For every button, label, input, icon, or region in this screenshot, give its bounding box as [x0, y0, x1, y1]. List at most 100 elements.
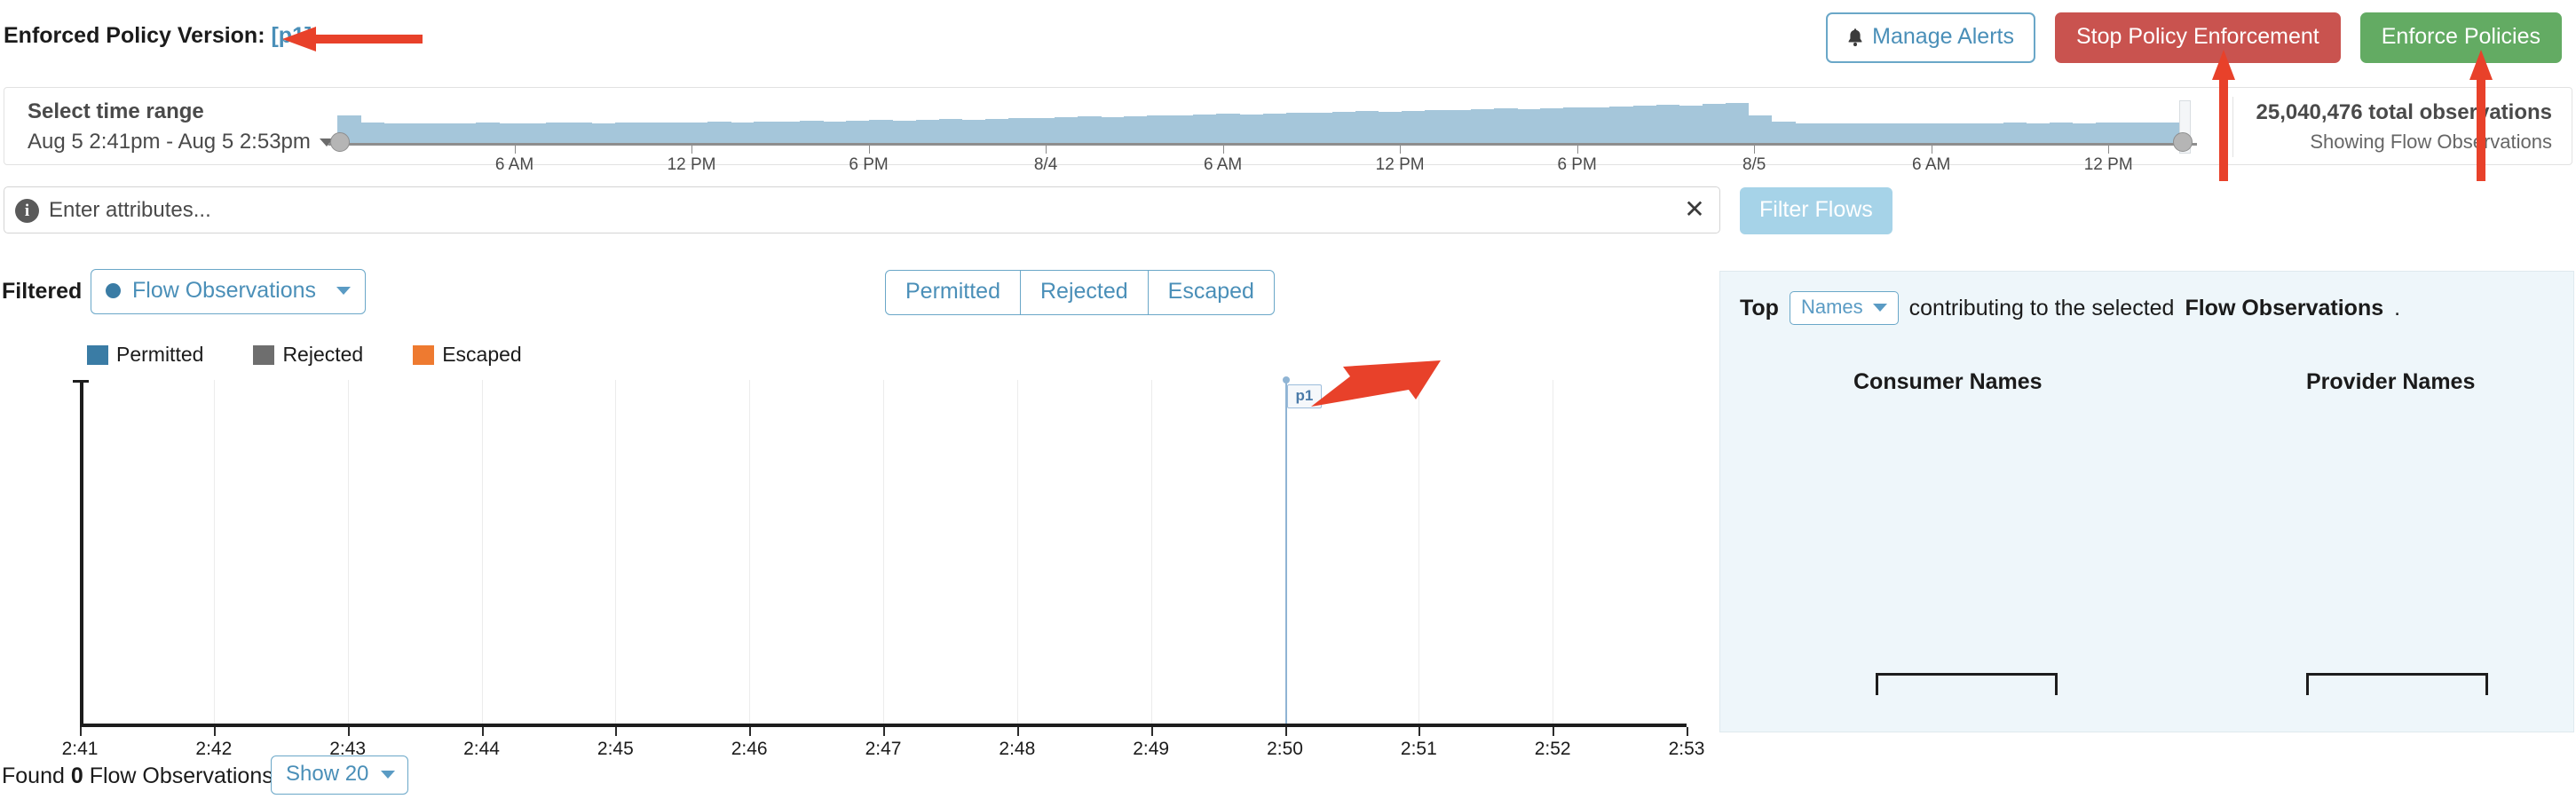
timeline-bar — [1887, 123, 1911, 143]
chart-x-tick — [1284, 727, 1287, 736]
timeline-bar — [1563, 107, 1587, 143]
timeline-bar — [1331, 112, 1356, 143]
timeline-bar — [892, 120, 917, 143]
observation-summary: 25,040,476 total observations Showing Fl… — [2256, 100, 2553, 154]
timeline-bar — [660, 123, 685, 143]
filtered-label: Filtered — [2, 279, 83, 304]
chart-y-axis-cap — [73, 380, 89, 383]
timeline-tick — [1400, 146, 1402, 154]
timeline-tick-label: 12 PM — [1375, 155, 1425, 174]
chart-gridline — [749, 380, 751, 724]
timeline-bar — [2026, 123, 2051, 143]
timeline-handle-right[interactable] — [2173, 132, 2193, 152]
filter-flows-button[interactable]: Filter Flows — [1740, 187, 1892, 234]
timeline-bar — [614, 123, 639, 143]
manage-alerts-button[interactable]: Manage Alerts — [1826, 12, 2035, 63]
timeline-bar — [453, 123, 477, 143]
bell-icon — [1847, 28, 1863, 47]
time-range-selector[interactable]: Aug 5 2:41pm - Aug 5 2:53pm — [28, 130, 334, 154]
names-dropdown-label: Names — [1800, 296, 1863, 318]
timeline-tick — [514, 146, 516, 154]
timeline-tick-label: 8/5 — [1742, 155, 1766, 174]
chart-gridline — [1418, 380, 1420, 724]
policy-version-link[interactable]: [p1] — [271, 23, 312, 48]
timeline-bar — [1956, 123, 1981, 143]
chart-x-tick — [213, 727, 216, 736]
timeline-bar — [938, 119, 963, 143]
timeline-bar — [1007, 117, 1032, 143]
timeline-bar — [754, 122, 778, 143]
chart-gridline — [1016, 380, 1018, 724]
names-dropdown[interactable]: Names — [1789, 291, 1899, 325]
panel-divider — [2232, 97, 2233, 157]
contributing-text: contributing to the selected — [1908, 295, 2175, 320]
attribute-input-wrapper[interactable]: i ✕ — [4, 186, 1720, 233]
flow-type-segmented-control: Permitted Rejected Escaped — [885, 270, 1275, 315]
close-icon[interactable]: ✕ — [1682, 197, 1707, 222]
timeline-tick-label: 6 AM — [1203, 155, 1243, 174]
chart-policy-marker-p1[interactable]: p1 — [1286, 384, 1323, 408]
contributing-period: . — [2394, 295, 2401, 320]
tab-escaped[interactable]: Escaped — [1149, 271, 1274, 314]
timeline-bar — [1655, 105, 1680, 143]
chart-gridline — [1150, 380, 1152, 724]
timeline-tick-label: 6 AM — [494, 155, 534, 174]
timeline-bar — [2141, 123, 2166, 143]
manage-alerts-label: Manage Alerts — [1872, 24, 2014, 49]
chart-policy-marker-dot — [1282, 376, 1290, 384]
show-count-dropdown[interactable]: Show 20 — [271, 755, 409, 795]
flow-observations-chart[interactable]: 2:41 2:42 2:43 2:44 2:45 2:46 2:47 2:48 2:49 2:50… — [62, 376, 1704, 759]
timeline-handle-left[interactable] — [330, 132, 350, 152]
status-dot-icon — [106, 283, 121, 298]
chart-gridline — [347, 380, 349, 724]
top-label: Top — [1740, 295, 1779, 320]
consumer-names-bracket — [1876, 673, 2058, 695]
top-contributors-panel: Top Names contributing to the selected F… — [1719, 271, 2574, 732]
timeline-bar — [407, 123, 431, 143]
timeline-bar — [1771, 122, 1796, 143]
timeline-bar — [1841, 123, 1865, 143]
tab-permitted[interactable]: Permitted — [886, 271, 1021, 314]
legend-item-rejected[interactable]: Rejected — [253, 343, 363, 367]
flow-observations-dropdown[interactable]: Flow Observations — [91, 269, 367, 314]
chart-policy-marker-line[interactable] — [1284, 380, 1287, 724]
chart-gridline — [481, 380, 483, 724]
timeline-tick — [691, 146, 693, 154]
chart-gridline — [213, 380, 215, 724]
found-results-label: Found 0 Flow Observations — [2, 763, 273, 789]
chart-x-tick — [1553, 727, 1555, 736]
legend-item-escaped[interactable]: Escaped — [413, 343, 522, 367]
attributes-input[interactable] — [47, 187, 1671, 233]
timeline-bar — [2095, 123, 2120, 143]
timeline-scrubber[interactable]: 6 AM 12 PM 6 PM 8/4 6 AM 12 PM 6 PM 8/5 6 AM 12 P… — [328, 93, 2197, 174]
info-icon: i — [15, 199, 39, 223]
timeline-bar — [2072, 123, 2097, 143]
timeline-bar — [1401, 110, 1426, 143]
timeline-tick — [2108, 146, 2110, 154]
chevron-down-icon — [381, 770, 396, 779]
timeline-axis — [328, 143, 2197, 146]
timeline-bar — [1679, 105, 1703, 143]
chart-x-tick — [883, 727, 885, 736]
show-count-label: Show 20 — [286, 762, 369, 786]
timeline-bar — [1702, 104, 1727, 143]
timeline-bar — [1910, 123, 1934, 143]
timeline-bar — [869, 120, 894, 143]
timeline-bar — [1979, 123, 2004, 143]
chart-gridline — [615, 380, 617, 724]
timeline-bar — [1540, 107, 1564, 143]
timeline-tick — [1754, 146, 1756, 154]
legend-item-permitted[interactable]: Permitted — [87, 343, 203, 367]
timeline-bar — [1725, 103, 1750, 143]
timeline-bar — [2003, 123, 2027, 143]
top-contributors-header: Top Names contributing to the selected F… — [1740, 291, 2400, 325]
stop-policy-enforcement-button[interactable]: Stop Policy Enforcement — [2055, 12, 2341, 63]
contributing-target: Flow Observations — [2185, 295, 2384, 320]
timeline-bar — [823, 121, 847, 143]
timeline-bar — [1031, 118, 1055, 143]
top-bar: Enforced Policy Version: [p1] Manage Ale… — [0, 0, 2576, 75]
top-actions: Manage Alerts Stop Policy Enforcement En… — [1826, 12, 2562, 63]
chart-x-tick — [1418, 727, 1421, 736]
enforce-policies-button[interactable]: Enforce Policies — [2359, 12, 2562, 63]
tab-rejected[interactable]: Rejected — [1021, 271, 1149, 314]
